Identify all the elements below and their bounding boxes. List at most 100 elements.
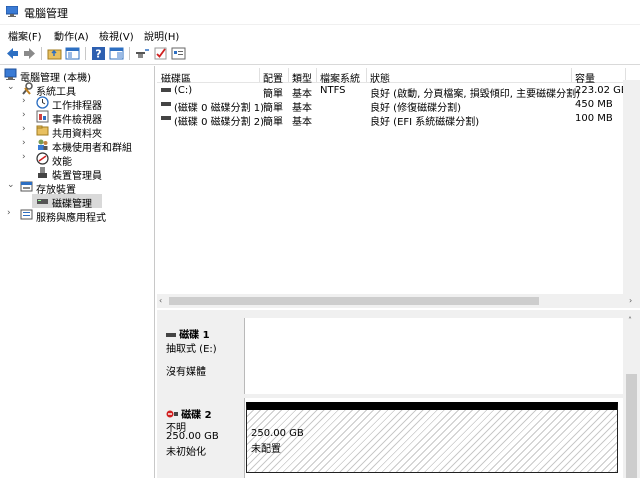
disk-icon xyxy=(166,333,176,337)
title-bar: 電腦管理 xyxy=(0,0,640,25)
up-folder-icon[interactable] xyxy=(47,46,62,61)
tools-icon xyxy=(20,82,33,95)
computer-management-icon xyxy=(4,68,17,81)
disk-1-kind: 抽取式 (E:) xyxy=(166,344,217,355)
tree-item-services[interactable]: › 服務與應用程式 xyxy=(2,208,152,224)
chevron-right-icon[interactable]: › xyxy=(22,138,32,148)
check-icon[interactable] xyxy=(153,46,168,61)
users-icon xyxy=(36,138,49,151)
tree-item-system-tools[interactable]: ⌄ 系統工具 xyxy=(2,82,152,98)
volume-type: 基本 xyxy=(292,117,312,128)
column-header-filesystem[interactable]: 檔案系統 xyxy=(320,70,360,85)
column-separator[interactable] xyxy=(366,68,367,82)
column-separator[interactable] xyxy=(288,68,289,82)
connect-icon[interactable] xyxy=(135,46,150,61)
chevron-right-icon[interactable]: › xyxy=(22,124,32,134)
column-header-status[interactable]: 狀態 xyxy=(370,70,390,85)
back-icon[interactable] xyxy=(5,46,20,61)
clock-icon xyxy=(36,96,49,109)
device-manager-icon xyxy=(36,166,49,179)
unallocated-label: 未配置 xyxy=(251,444,281,455)
services-icon xyxy=(20,208,33,221)
volume-name: (磁碟 0 磁碟分割 2) xyxy=(174,117,265,128)
volume-list-header: 磁碟區 配置 類型 檔案系統 狀態 容量 xyxy=(157,68,640,85)
disk-layout-pane: 磁碟 1 抽取式 (E:) 沒有媒體 磁碟 2 不明 250.00 GB 未初始… xyxy=(157,316,640,478)
scrollbar-thumb[interactable] xyxy=(169,297,539,305)
volume-layout: 簡單 xyxy=(263,117,283,128)
disk-2-status: 未初始化 xyxy=(166,447,206,458)
tree-item-event-viewer[interactable]: › 事件檢視器 xyxy=(2,110,152,126)
forward-icon[interactable] xyxy=(22,46,37,61)
menu-help[interactable]: 說明(H) xyxy=(144,28,179,43)
disk-2-size: 250.00 GB xyxy=(166,431,219,442)
column-separator[interactable] xyxy=(259,68,260,82)
chevron-down-icon[interactable]: ⌄ xyxy=(7,82,17,92)
volume-capacity: 450 MB xyxy=(575,99,613,110)
disk-pane-vertical-scrollbar[interactable]: ˄ xyxy=(623,316,640,478)
column-header-capacity[interactable]: 容量 xyxy=(575,70,595,85)
menu-file[interactable]: 檔案(F) xyxy=(8,28,42,43)
menu-view[interactable]: 檢視(V) xyxy=(99,28,134,43)
tree-item-device-manager[interactable]: 裝置管理員 xyxy=(2,166,152,182)
chevron-right-icon[interactable]: › xyxy=(7,208,17,218)
chevron-right-icon[interactable]: › xyxy=(22,96,32,106)
tree-item-task-scheduler[interactable]: › 工作排程器 xyxy=(2,96,152,112)
chevron-right-icon[interactable]: › xyxy=(22,110,32,120)
disk-1-area[interactable] xyxy=(245,318,628,394)
tree-item-shared-folders[interactable]: › 共用資料夾 xyxy=(2,124,152,140)
horizontal-scrollbar[interactable]: ‹ › xyxy=(157,294,640,308)
menu-action[interactable]: 動作(A) xyxy=(54,28,89,43)
show-tree-icon[interactable] xyxy=(65,46,80,61)
performance-icon xyxy=(36,152,49,165)
scroll-right-icon[interactable]: › xyxy=(629,296,632,305)
tree-item-label: 服務與應用程式 xyxy=(36,213,106,224)
tree-item-local-users[interactable]: › 本機使用者和群組 xyxy=(2,138,152,154)
column-separator[interactable] xyxy=(316,68,317,82)
table-row[interactable]: (磁碟 0 磁碟分割 2) 簡單 基本 良好 (EFI 系統磁碟分割) 100 … xyxy=(157,112,640,128)
disk-2-label[interactable]: 磁碟 2 不明 250.00 GB 未初始化 xyxy=(159,398,245,478)
disk-1-header: 磁碟 1 xyxy=(166,326,210,341)
scrollbar-thumb[interactable] xyxy=(626,374,637,478)
table-row[interactable]: (C:) 簡單 基本 NTFS 良好 (啟動, 分頁檔案, 損毀傾印, 主要磁碟… xyxy=(157,84,640,100)
shared-folder-icon xyxy=(36,124,49,137)
tree-item-storage[interactable]: ⌄ 存放裝置 xyxy=(2,180,152,196)
disk-2-area: 250.00 GB 未配置 xyxy=(245,398,628,478)
volume-drive-icon xyxy=(161,99,171,112)
column-header-layout[interactable]: 配置 xyxy=(263,70,283,85)
toolbar-separator xyxy=(41,47,42,60)
column-header-volume[interactable]: 磁碟區 xyxy=(161,70,191,85)
volume-name: (C:) xyxy=(174,85,193,96)
disk-1-info: 沒有媒體 xyxy=(166,367,206,378)
volume-drive-icon xyxy=(161,85,171,98)
column-separator[interactable] xyxy=(571,68,572,82)
chevron-right-icon[interactable]: › xyxy=(22,152,32,162)
scroll-up-icon[interactable]: ˄ xyxy=(628,316,632,325)
console-icon[interactable] xyxy=(171,46,186,61)
tree-item-disk-management[interactable]: 磁碟管理 xyxy=(32,194,102,210)
tree-item-performance[interactable]: › 效能 xyxy=(2,152,152,168)
toolbar-separator xyxy=(129,47,130,60)
disk-1-label[interactable]: 磁碟 1 抽取式 (E:) 沒有媒體 xyxy=(159,318,245,394)
disk-error-icon xyxy=(166,410,178,418)
disk-icon xyxy=(36,194,49,207)
help-icon[interactable]: ? xyxy=(91,46,106,61)
scroll-left-icon[interactable]: ‹ xyxy=(159,296,162,305)
navigation-tree: 電腦管理 (本機) ⌄ 系統工具 › 工作排程器 › 事件檢視器 › 共用資料夾… xyxy=(0,66,155,478)
unallocated-region[interactable]: 250.00 GB 未配置 xyxy=(246,402,618,473)
volume-list: 磁碟區 配置 類型 檔案系統 狀態 容量 (C:) 簡單 基本 NTFS 良好 … xyxy=(157,66,640,308)
toolbar-separator xyxy=(85,47,86,60)
volume-capacity: 100 MB xyxy=(575,113,613,124)
toolbar: ? xyxy=(0,43,640,65)
volume-status: 良好 (EFI 系統磁碟分割) xyxy=(370,117,480,128)
event-viewer-icon xyxy=(36,110,49,123)
volume-list-vertical-scrollbar[interactable] xyxy=(623,80,640,294)
column-header-type[interactable]: 類型 xyxy=(292,70,312,85)
properties-icon[interactable] xyxy=(109,46,124,61)
table-row[interactable]: (磁碟 0 磁碟分割 1) 簡單 基本 良好 (修復磁碟分割) 450 MB xyxy=(157,98,640,114)
chevron-down-icon[interactable]: ⌄ xyxy=(7,180,17,190)
volume-drive-icon xyxy=(161,113,171,126)
window-title: 電腦管理 xyxy=(24,7,68,20)
volume-capacity: 223.02 GB xyxy=(575,85,628,96)
unallocated-size: 250.00 GB xyxy=(251,428,304,439)
tree-item-root[interactable]: 電腦管理 (本機) xyxy=(2,68,152,84)
